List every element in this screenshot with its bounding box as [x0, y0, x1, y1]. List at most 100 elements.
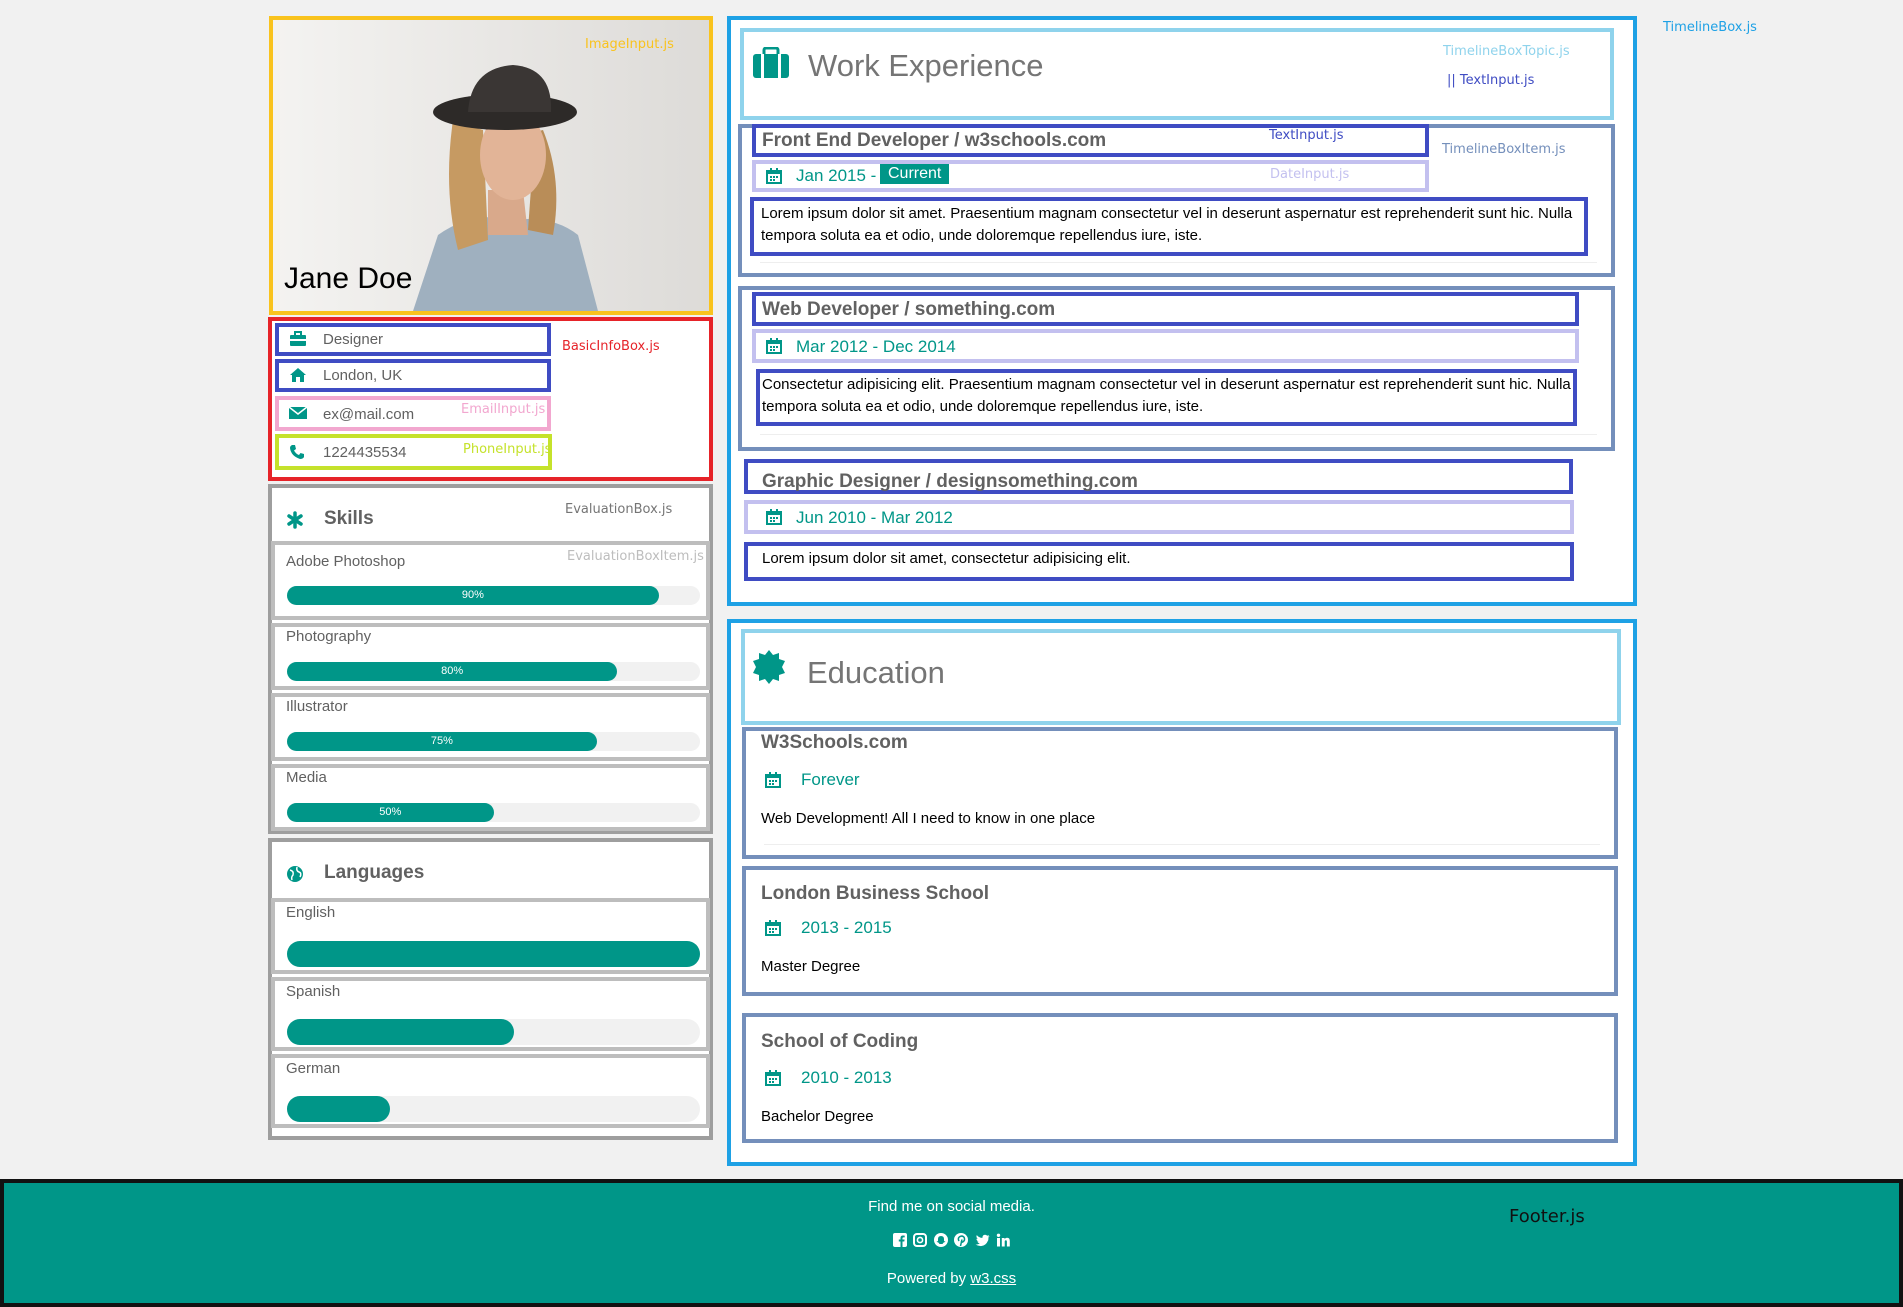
- calendar-icon: [765, 1070, 781, 1086]
- profile-name: Jane Doe: [284, 262, 413, 295]
- work-item-1-description-input[interactable]: Lorem ipsum dolor sit amet. Praesentium …: [750, 197, 1588, 256]
- timeline-box-annotation: TimelineBox.js: [1663, 20, 1757, 35]
- work-item-1-title-input[interactable]: Front End Developer / w3schools.com Text…: [752, 124, 1429, 157]
- work-item-2-date: Mar 2012 - Dec 2014: [796, 337, 956, 356]
- work-item-3-date: Jun 2010 - Mar 2012: [796, 508, 953, 527]
- education-item-3-title: School of Coding: [761, 1031, 919, 1052]
- calendar-icon: [766, 168, 782, 184]
- skills-progress-bar: 75%: [287, 732, 700, 751]
- briefcase-icon: [290, 331, 306, 346]
- languages-progress-fill: [287, 1096, 391, 1122]
- work-item-3-title-input[interactable]: Graphic Designer / designsomething.com: [744, 459, 1573, 494]
- work-item-2-description-input[interactable]: Consectetur adipisicing elit. Praesentiu…: [756, 369, 1577, 426]
- languages-item: English: [271, 898, 710, 974]
- work-item-2-title-input[interactable]: Web Developer / something.com: [752, 292, 1579, 326]
- powered-by: Powered by w3.css: [4, 1270, 1899, 1287]
- languages-item: Spanish: [271, 977, 710, 1051]
- location-text: London, UK: [323, 367, 403, 384]
- languages-item-label: Spanish: [286, 983, 341, 1000]
- w3css-link[interactable]: w3.css: [970, 1270, 1016, 1287]
- work-item-3-description-input[interactable]: Lorem ipsum dolor sit amet, consectetur …: [744, 542, 1574, 581]
- facebook-icon[interactable]: [892, 1233, 907, 1247]
- certificate-icon: [753, 650, 785, 684]
- education-item-2: London Business School 2013 - 2015 Maste…: [742, 866, 1618, 996]
- education-item-3: School of Coding 2010 - 2013 Bachelor De…: [742, 1013, 1618, 1143]
- evaluation-box-annotation: EvaluationBox.js: [565, 502, 673, 517]
- phone-input-annotation: PhoneInput.js: [463, 442, 552, 457]
- skills-item: Adobe Photoshop 90% EvaluationBoxItem.js: [271, 541, 710, 620]
- education-topic: Education: [741, 629, 1621, 725]
- work-item-3-title: Graphic Designer / designsomething.com: [762, 471, 1138, 492]
- date-input-annotation: DateInput.js: [1270, 167, 1350, 182]
- calendar-icon: [766, 338, 782, 354]
- skills-item-label: Adobe Photoshop: [286, 553, 406, 570]
- current-badge: Current: [880, 164, 950, 184]
- languages-item-label: English: [286, 904, 336, 921]
- work-item-1-title: Front End Developer / w3schools.com: [762, 130, 1107, 151]
- globe-icon: [287, 866, 303, 882]
- languages-item-label: German: [286, 1060, 341, 1077]
- email-input-annotation: EmailInput.js: [461, 402, 546, 417]
- timeline-box-item-annotation: TimelineBoxItem.js: [1442, 142, 1566, 157]
- education-item-2-title: London Business School: [761, 883, 990, 904]
- skills-item: Illustrator 75%: [271, 693, 710, 761]
- skills-progress-bar: 90%: [287, 586, 700, 605]
- work-item-2-title: Web Developer / something.com: [762, 299, 1056, 320]
- work-item-3-description: Lorem ipsum dolor sit amet, consectetur …: [762, 550, 1131, 567]
- languages-progress-fill: [287, 941, 700, 967]
- phone-icon: [290, 445, 304, 459]
- linkedin-icon[interactable]: [996, 1233, 1010, 1247]
- phone-text: 1224435534: [323, 444, 407, 461]
- evaluation-box-item-annotation: EvaluationBoxItem.js: [567, 549, 704, 564]
- work-item-1-date-input[interactable]: Jan 2015 - Current DateInput.js: [752, 160, 1429, 192]
- languages-progress-bar: [287, 941, 700, 967]
- image-input-annotation: ImageInput.js: [585, 37, 674, 52]
- profile-image-card: ImageInput.js Jane Doe: [269, 16, 713, 315]
- briefcase-icon: [753, 47, 789, 78]
- education-item-3-date: 2010 - 2013: [801, 1068, 892, 1087]
- pinterest-icon[interactable]: [954, 1233, 969, 1247]
- footer-annotation: Footer.js: [1509, 1206, 1585, 1227]
- skills-progress-bar: 80%: [287, 662, 700, 681]
- footer: Find me on social media. Powered by w3.c…: [0, 1179, 1903, 1307]
- work-item-3-date-input[interactable]: Jun 2010 - Mar 2012: [744, 500, 1574, 534]
- job-text: Designer: [323, 331, 384, 348]
- job-input[interactable]: Designer: [275, 323, 551, 356]
- skills-item-label: Illustrator: [286, 698, 348, 715]
- skills-progress-fill: 75%: [287, 732, 597, 751]
- education-item-3-description: Bachelor Degree: [761, 1108, 874, 1125]
- languages-progress-fill: [287, 1019, 515, 1045]
- twitter-icon[interactable]: [975, 1233, 990, 1247]
- skills-progress-bar: 50%: [287, 803, 700, 822]
- snapchat-icon[interactable]: [933, 1233, 948, 1247]
- languages-title: Languages: [324, 862, 425, 883]
- social-icons: [4, 1233, 1899, 1252]
- education-item-1-date: Forever: [801, 770, 860, 789]
- work-topic: Work Experience TimelineBoxTopic.js || T…: [740, 28, 1614, 120]
- phone-input[interactable]: 1224435534 PhoneInput.js: [275, 434, 552, 470]
- text-input-annotation: TextInput.js: [1269, 128, 1344, 143]
- work-item-2-date-input[interactable]: Mar 2012 - Dec 2014: [752, 329, 1579, 363]
- asterisk-icon: [287, 511, 303, 529]
- skills-progress-fill: 50%: [287, 803, 494, 822]
- skills-progress-fill: 90%: [287, 586, 659, 605]
- skills-item-label: Media: [286, 769, 327, 786]
- education-item-1-title: W3Schools.com: [761, 732, 908, 753]
- languages-item: German: [271, 1054, 710, 1128]
- email-text: ex@mail.com: [323, 406, 415, 423]
- education-item-1: W3Schools.com Forever Web Development! A…: [742, 727, 1618, 859]
- education-item-1-description: Web Development! All I need to know in o…: [761, 810, 1096, 827]
- email-input[interactable]: ex@mail.com EmailInput.js: [275, 396, 551, 431]
- footer-text: Find me on social media.: [868, 1198, 1035, 1215]
- location-input[interactable]: London, UK: [275, 359, 551, 392]
- instagram-icon[interactable]: [913, 1233, 928, 1247]
- calendar-icon: [766, 509, 782, 525]
- work-item-2-description: Consectetur adipisicing elit. Praesentiu…: [762, 376, 1571, 415]
- education-item-2-date: 2013 - 2015: [801, 918, 892, 937]
- envelope-icon: [289, 406, 307, 419]
- skills-progress-fill: 80%: [287, 662, 618, 681]
- languages-progress-bar: [287, 1019, 700, 1045]
- skills-item-label: Photography: [286, 628, 372, 645]
- calendar-icon: [765, 772, 781, 788]
- basic-info-box-annotation: BasicInfoBox.js: [562, 339, 660, 354]
